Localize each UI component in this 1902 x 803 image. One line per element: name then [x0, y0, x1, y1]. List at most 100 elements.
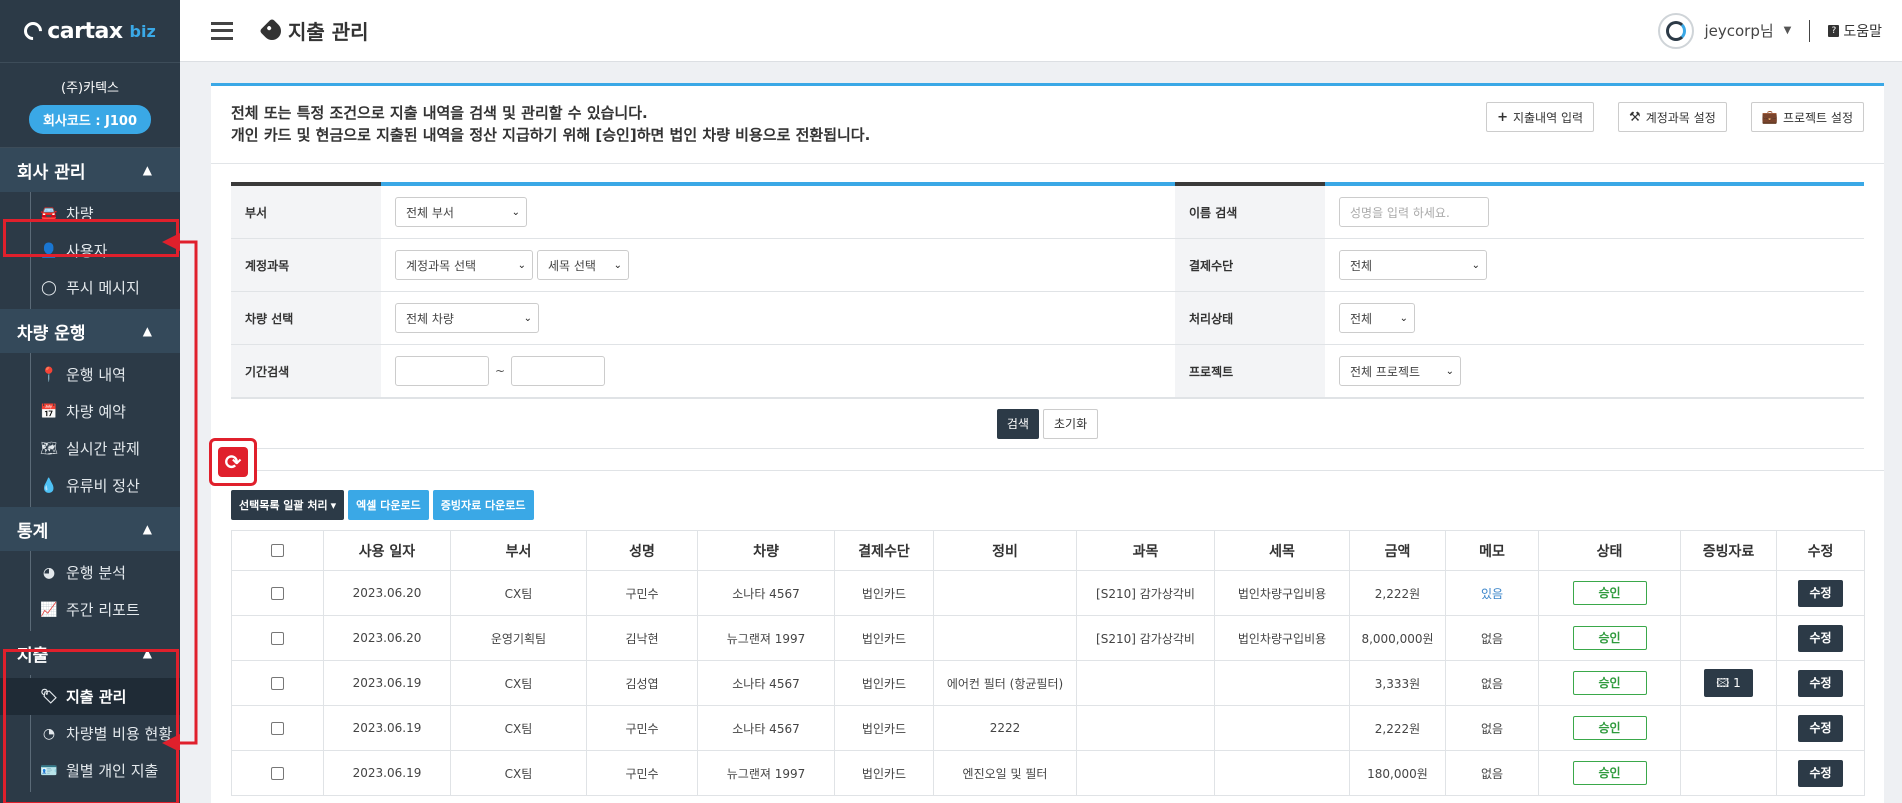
vehicle-select[interactable]: 전체 차량 ⌄: [395, 303, 539, 333]
sidebar-item-label: 주간 리포트: [66, 601, 140, 619]
sidebar-item-label: 차량 예약: [66, 403, 126, 421]
edit-button[interactable]: 수정: [1798, 714, 1843, 742]
period-separator: ~: [495, 364, 506, 378]
evidence-download-button[interactable]: 증빙자료 다운로드: [432, 490, 534, 520]
chevron-down-icon: ⌄: [517, 259, 526, 271]
row-checkbox[interactable]: [271, 632, 284, 645]
chevron-down-icon: ⌄: [1445, 365, 1454, 377]
start-date-input[interactable]: [395, 356, 489, 386]
col-amount[interactable]: 금액: [1349, 530, 1446, 571]
cell-memo: 없음: [1445, 705, 1539, 751]
col-name[interactable]: 성명: [586, 530, 698, 571]
edit-button[interactable]: 수정: [1798, 624, 1843, 652]
select-all-checkbox[interactable]: [271, 544, 284, 557]
edit-button[interactable]: 수정: [1798, 669, 1843, 697]
reset-button[interactable]: 초기화: [1042, 408, 1099, 439]
help-link[interactable]: ? 도움말: [1828, 21, 1882, 41]
excel-download-button[interactable]: 엑셀 다운로드: [348, 490, 429, 520]
select-value: 전체 프로젝트: [1350, 364, 1421, 379]
cell-payment: 법인카드: [834, 615, 934, 661]
info-line-1: 전체 또는 특정 조건으로 지출 내역을 검색 및 관리할 수 있습니다.: [231, 104, 648, 122]
menu-header-company[interactable]: 회사 관리 ▲: [0, 148, 180, 192]
row-checkbox[interactable]: [271, 722, 284, 735]
filter-form: 부서 전체 부서 ⌄ 이름 검색 성명을 입력 하세요. 계정과목 계정과목 선택…: [231, 182, 1864, 399]
cell-payment: 법인카드: [834, 750, 934, 796]
avatar-logo-icon: [1666, 20, 1687, 41]
cell-date: 2023.06.19: [323, 660, 451, 706]
help-label: 도움말: [1843, 23, 1882, 40]
add-expense-button[interactable]: + 지출내역 입력: [1486, 102, 1595, 132]
row-checkbox[interactable]: [271, 767, 284, 780]
name-search-input[interactable]: 성명을 입력 하세요.: [1339, 197, 1489, 227]
chevron-down-icon: ⌄: [1471, 259, 1480, 271]
col-edit[interactable]: 수정: [1776, 530, 1865, 571]
sidebar-item-label: 운행 내역: [66, 366, 126, 384]
cell-name: 구민수: [586, 570, 698, 616]
cell-maintenance: 2222: [933, 705, 1077, 751]
cell-detail: 법인차량구입비용: [1214, 615, 1350, 661]
cell-car: 소나타 4567: [697, 705, 835, 751]
company-name: (주)카텍스: [61, 80, 119, 96]
username[interactable]: jeycorp님: [1704, 20, 1773, 41]
pie-chart-icon: ◕: [42, 564, 56, 581]
col-dept[interactable]: 부서: [450, 530, 587, 571]
avatar[interactable]: [1658, 12, 1695, 49]
cell-memo: 없음: [1445, 750, 1539, 796]
search-button[interactable]: 검색: [996, 408, 1039, 439]
payment-select[interactable]: 전체 ⌄: [1339, 250, 1487, 280]
action-row: 선택목록 일괄 처리 ▾ 엑셀 다운로드 증빙자료 다운로드: [231, 490, 1864, 520]
row-checkbox[interactable]: [271, 587, 284, 600]
dept-select[interactable]: 전체 부서 ⌄: [395, 197, 527, 227]
cell-dept: CX팀: [450, 750, 587, 796]
account-select[interactable]: 계정과목 선택 ⌄: [395, 250, 533, 280]
col-date[interactable]: 사용 일자: [323, 530, 451, 571]
chevron-down-icon[interactable]: ▼: [1784, 25, 1792, 36]
cell-payment: 법인카드: [834, 660, 934, 706]
col-detail[interactable]: 세목: [1214, 530, 1350, 571]
main-panel: 전체 또는 특정 조건으로 지출 내역을 검색 및 관리할 수 있습니다. 개인…: [211, 83, 1884, 803]
col-car[interactable]: 차량: [697, 530, 835, 571]
subaccount-select[interactable]: 세목 선택 ⌄: [537, 250, 629, 280]
evidence-button[interactable]: 🖾 1: [1704, 669, 1753, 697]
row-checkbox[interactable]: [271, 677, 284, 690]
hamburger-menu-icon[interactable]: [211, 21, 233, 40]
bulk-action-button[interactable]: 선택목록 일괄 처리 ▾: [231, 490, 345, 520]
plus-icon: +: [1497, 109, 1508, 125]
account-settings-button[interactable]: ⚒ 계정과목 설정: [1618, 102, 1727, 132]
table-row: 2023.06.19 CX팀 김성엽 소나타 4567 법인카드 에어컨 필터 …: [231, 660, 1865, 706]
status-badge: 승인: [1572, 761, 1647, 785]
cell-car: 소나타 4567: [697, 570, 835, 616]
page-title-text: 지출 관리: [288, 20, 369, 44]
button-label: 계정과목 설정: [1645, 110, 1716, 125]
cell-evidence: [1680, 615, 1777, 661]
col-subject[interactable]: 과목: [1076, 530, 1215, 571]
col-status[interactable]: 상태: [1538, 530, 1681, 571]
col-maintenance[interactable]: 정비: [933, 530, 1077, 571]
cell-amount: 8,000,000원: [1349, 615, 1446, 661]
project-settings-button[interactable]: 💼 프로젝트 설정: [1750, 102, 1864, 132]
cell-payment: 법인카드: [834, 570, 934, 616]
menu-header-label: 회사 관리: [17, 162, 86, 183]
cell-evidence: [1680, 750, 1777, 796]
end-date-input[interactable]: [511, 356, 606, 386]
cell-car: 뉴그랜져 1997: [697, 615, 835, 661]
logo-text: cartax: [47, 18, 123, 44]
memo-link[interactable]: 있음: [1481, 587, 1503, 601]
col-memo[interactable]: 메모: [1445, 530, 1539, 571]
cell-maintenance: 엔진오일 및 필터: [933, 750, 1077, 796]
edit-button[interactable]: 수정: [1798, 759, 1843, 787]
company-block: (주)카텍스 회사코드 : J100: [0, 62, 180, 148]
project-select[interactable]: 전체 프로젝트 ⌄: [1339, 356, 1461, 386]
status-badge: 승인: [1572, 716, 1647, 740]
cell-dept: CX팀: [450, 570, 587, 616]
chat-bubble-icon: ◯: [41, 279, 57, 296]
logo-suffix: biz: [129, 21, 156, 41]
edit-button[interactable]: 수정: [1798, 579, 1843, 607]
area-chart-icon: 📈: [40, 601, 58, 618]
image-file-icon: 🖾: [1716, 676, 1734, 690]
col-payment[interactable]: 결제수단: [834, 530, 934, 571]
brand-logo[interactable]: cartax biz: [0, 0, 180, 62]
cell-amount: 2,222원: [1349, 570, 1446, 616]
col-evidence[interactable]: 증빙자료: [1680, 530, 1777, 571]
status-select[interactable]: 전체 ⌄: [1339, 303, 1415, 333]
